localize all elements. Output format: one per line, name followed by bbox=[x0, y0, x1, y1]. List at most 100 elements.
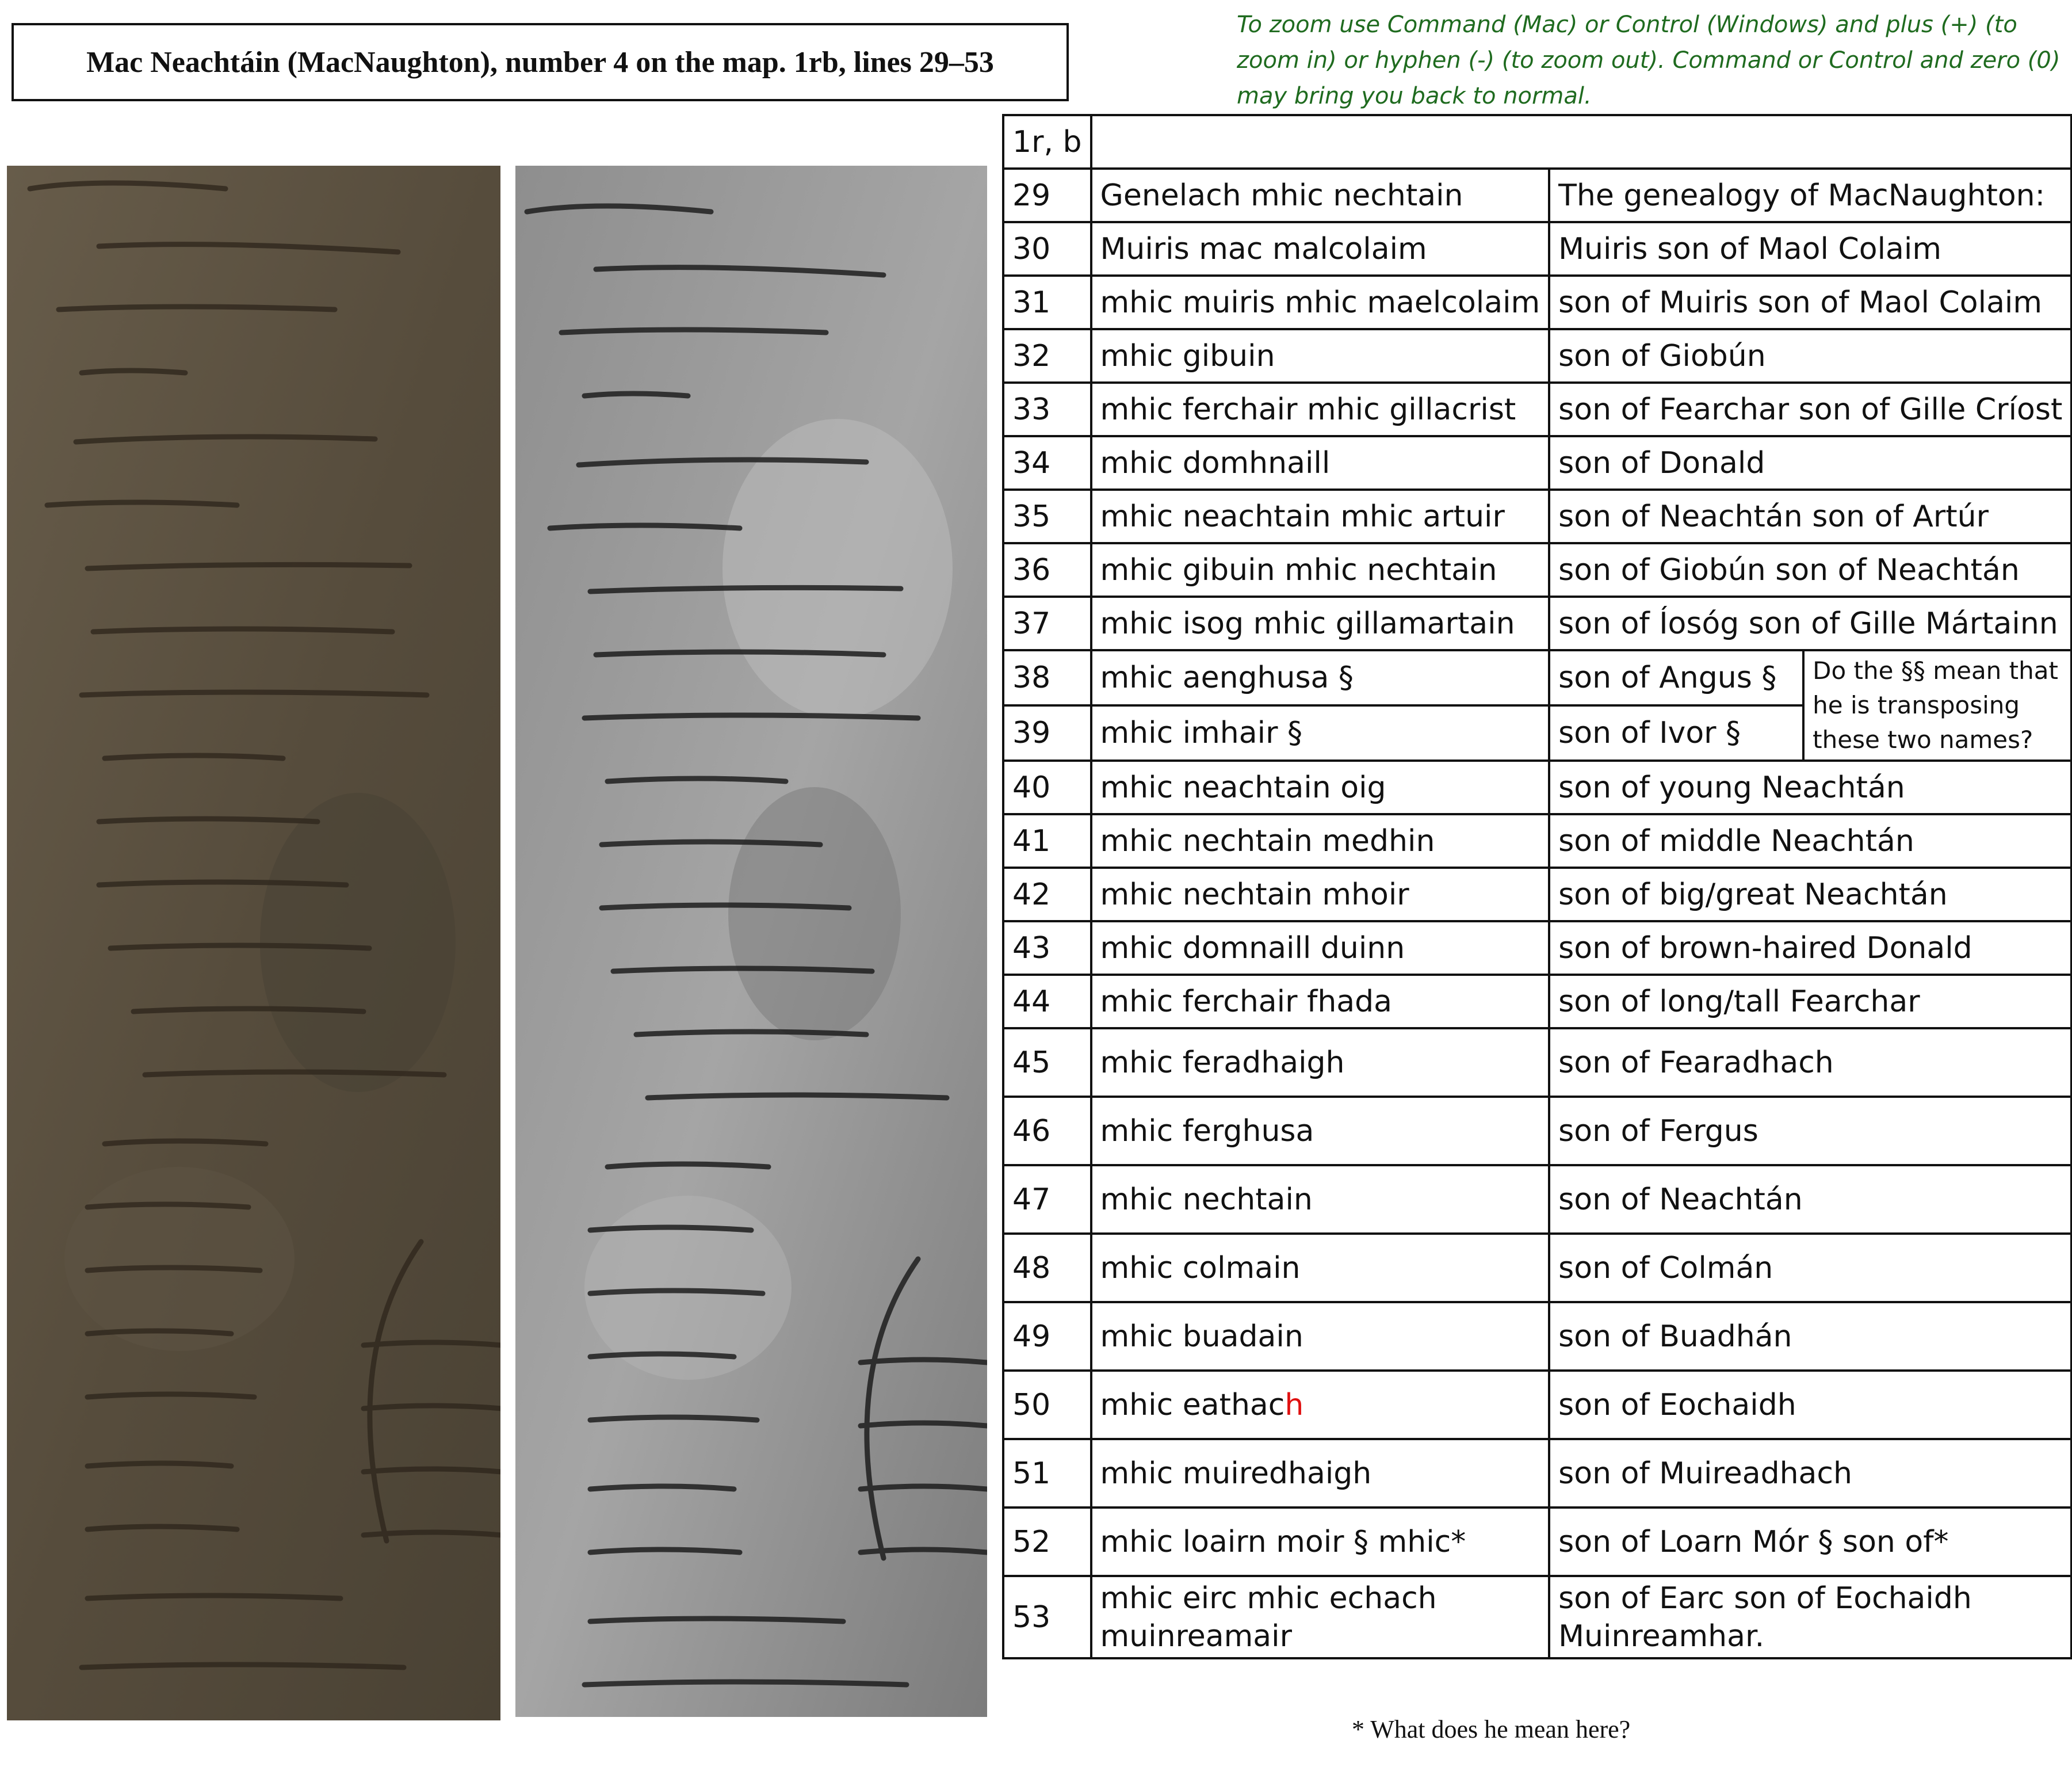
irish-text-main: mhic buadain bbox=[1100, 1319, 1303, 1354]
transposition-note: Do the §§ mean that he is transposing th… bbox=[1802, 649, 2072, 762]
english-translation: son of Colmán bbox=[1548, 1232, 2072, 1303]
line-number: 41 bbox=[1002, 813, 1092, 869]
irish-text: mhic loairn moir § mhic* bbox=[1089, 1506, 1551, 1577]
english-translation: son of Earc son of Eochaidh Muinreamhar. bbox=[1548, 1575, 2072, 1659]
table-row: 36 mhic gibuin mhic nechtain son of Giobún… bbox=[1002, 542, 2072, 598]
line-number: 32 bbox=[1002, 328, 1092, 384]
irish-text: mhic domhnaill bbox=[1089, 435, 1551, 491]
folio-label: 1r, b bbox=[1002, 114, 1092, 170]
irish-text: mhic muiris mhic maelcolaim bbox=[1089, 274, 1551, 330]
irish-text-main: mhic ferchair fhada bbox=[1100, 984, 1393, 1019]
irish-text-main: mhic nechtain bbox=[1100, 1182, 1313, 1217]
footnote: * What does he mean here? bbox=[1352, 1715, 1631, 1743]
irish-text-main: mhic gibuin bbox=[1100, 338, 1275, 373]
line-number: 40 bbox=[1002, 760, 1092, 815]
line-number: 29 bbox=[1002, 167, 1092, 223]
irish-text: mhic nechtain mhoir bbox=[1089, 867, 1551, 922]
table-row: 46 mhic ferghusa son of Fergus bbox=[1002, 1096, 2072, 1166]
line-number: 36 bbox=[1002, 542, 1092, 598]
irish-text-main: mhic colmain bbox=[1100, 1250, 1301, 1285]
irish-text: Muiris mac malcolaim bbox=[1089, 221, 1551, 277]
table-row: 51 mhic muiredhaigh son of Muireadhach bbox=[1002, 1438, 2072, 1509]
irish-text: mhic domnaill duinn bbox=[1089, 920, 1551, 976]
irish-text-main: Genelach mhic nechtain bbox=[1100, 178, 1463, 213]
irish-text-main: mhic muiris mhic maelcolaim bbox=[1100, 285, 1540, 320]
table-row: 29 Genelach mhic nechtain The genealogy of… bbox=[1002, 167, 2072, 223]
english-translation: son of Muiris son of Maol Colaim bbox=[1548, 274, 2072, 330]
line-number: 31 bbox=[1002, 274, 1092, 330]
line-number: 53 bbox=[1002, 1575, 1092, 1659]
line-number: 37 bbox=[1002, 596, 1092, 651]
irish-text: mhic eirc mhic echach muinreamair bbox=[1089, 1575, 1551, 1659]
line-number: 34 bbox=[1002, 435, 1092, 491]
line-number: 51 bbox=[1002, 1438, 1092, 1509]
english-translation: son of Buadhán bbox=[1548, 1301, 2072, 1372]
english-translation: son of long/tall Fearchar bbox=[1548, 974, 2072, 1029]
irish-text: mhic imhair § bbox=[1089, 704, 1551, 762]
manuscript-photo-colour bbox=[7, 166, 500, 1720]
english-translation: son of Loarn Mór § son of* bbox=[1548, 1506, 2072, 1577]
line-number: 48 bbox=[1002, 1232, 1092, 1303]
english-translation: son of Fergus bbox=[1548, 1096, 2072, 1166]
table-header-row: 1r, b bbox=[1002, 114, 2072, 170]
english-translation: son of Muireadhach bbox=[1548, 1438, 2072, 1509]
table-row: 47 mhic nechtain son of Neachtán bbox=[1002, 1164, 2072, 1235]
table-row: 33 mhic ferchair mhic gillacrist son of Fe… bbox=[1002, 381, 2072, 437]
line-number: 45 bbox=[1002, 1027, 1092, 1098]
irish-text-main: mhic aenghusa § bbox=[1100, 661, 1354, 695]
irish-text-main: mhic eathac bbox=[1100, 1387, 1285, 1422]
irish-text: mhic aenghusa § bbox=[1089, 649, 1551, 707]
irish-text: mhic eathach bbox=[1089, 1369, 1551, 1440]
english-translation: son of Neachtán bbox=[1548, 1164, 2072, 1235]
irish-text-main: mhic domhnaill bbox=[1100, 445, 1331, 480]
irish-text: mhic gibuin bbox=[1089, 328, 1551, 384]
irish-text: mhic neachtain oig bbox=[1089, 760, 1551, 815]
table-row: 32 mhic gibuin son of Giobún bbox=[1002, 328, 2072, 384]
irish-text-main: mhic ferchair mhic gillacrist bbox=[1100, 392, 1516, 427]
irish-text-main: mhic feradhaigh bbox=[1100, 1045, 1345, 1080]
english-translation: The genealogy of MacNaughton: bbox=[1548, 167, 2072, 223]
table-row: 40 mhic neachtain oig son of young Neachtá… bbox=[1002, 760, 2072, 815]
english-translation: son of Giobún bbox=[1548, 328, 2072, 384]
line-number: 30 bbox=[1002, 221, 1092, 277]
irish-text: mhic gibuin mhic nechtain bbox=[1089, 542, 1551, 598]
english-translation: son of Fearchar son of Gille Críost bbox=[1548, 381, 2072, 437]
irish-text-main: mhic nechtain medhin bbox=[1100, 823, 1435, 858]
english-translation: son of Eochaidh bbox=[1548, 1369, 2072, 1440]
zoom-instructions: To zoom use Command (Mac) or Control (Wi… bbox=[1237, 12, 2060, 109]
table-row: 41 mhic nechtain medhin son of middle Neac… bbox=[1002, 813, 2072, 869]
table-row: 35 mhic neachtain mhic artuir son of Neach… bbox=[1002, 488, 2072, 544]
irish-text: mhic muiredhaigh bbox=[1089, 1438, 1551, 1509]
page-title: Mac Neachtáin (MacNaughton), number 4 on… bbox=[12, 23, 1069, 101]
line-number: 42 bbox=[1002, 867, 1092, 922]
irish-text-main: mhic ferghusa bbox=[1100, 1113, 1314, 1148]
english-translation: Muiris son of Maol Colaim bbox=[1548, 221, 2072, 277]
table-row: 49 mhic buadain son of Buadhán bbox=[1002, 1301, 2072, 1372]
irish-text: mhic isog mhic gillamartain bbox=[1089, 596, 1551, 651]
table-row: 45 mhic feradhaigh son of Fearadhach bbox=[1002, 1027, 2072, 1098]
irish-text-main: mhic imhair § bbox=[1100, 716, 1302, 750]
irish-text-main: mhic nechtain mhoir bbox=[1100, 877, 1409, 912]
english-translation: son of brown-haired Donald bbox=[1548, 920, 2072, 976]
irish-text: mhic ferghusa bbox=[1089, 1096, 1551, 1166]
irish-text: mhic neachtain mhic artuir bbox=[1089, 488, 1551, 544]
irish-text: mhic ferchair fhada bbox=[1089, 974, 1551, 1029]
table-row: 53 mhic eirc mhic echach muinreamair son o… bbox=[1002, 1575, 2072, 1659]
table-row: 38 mhic aenghusa § son of Angus § Do the §§… bbox=[1002, 649, 2072, 762]
english-translation: son of Angus § bbox=[1548, 649, 1805, 707]
irish-text: Genelach mhic nechtain bbox=[1089, 167, 1551, 223]
irish-text-red-letter: h bbox=[1285, 1387, 1304, 1422]
line-number: 52 bbox=[1002, 1506, 1092, 1577]
english-translation: son of Fearadhach bbox=[1548, 1027, 2072, 1098]
irish-text: mhic feradhaigh bbox=[1089, 1027, 1551, 1098]
line-number: 49 bbox=[1002, 1301, 1092, 1372]
irish-text-main: mhic domnaill duinn bbox=[1100, 930, 1405, 965]
english-translation: son of Donald bbox=[1548, 435, 2072, 491]
irish-text-main: mhic muiredhaigh bbox=[1100, 1456, 1372, 1491]
line-number: 46 bbox=[1002, 1096, 1092, 1166]
irish-text-main: mhic neachtain mhic artuir bbox=[1100, 499, 1505, 534]
english-translation: son of young Neachtán bbox=[1548, 760, 2072, 815]
irish-text-main: mhic isog mhic gillamartain bbox=[1100, 606, 1515, 641]
irish-text: mhic nechtain medhin bbox=[1089, 813, 1551, 869]
irish-text-main: mhic gibuin mhic nechtain bbox=[1100, 552, 1497, 587]
